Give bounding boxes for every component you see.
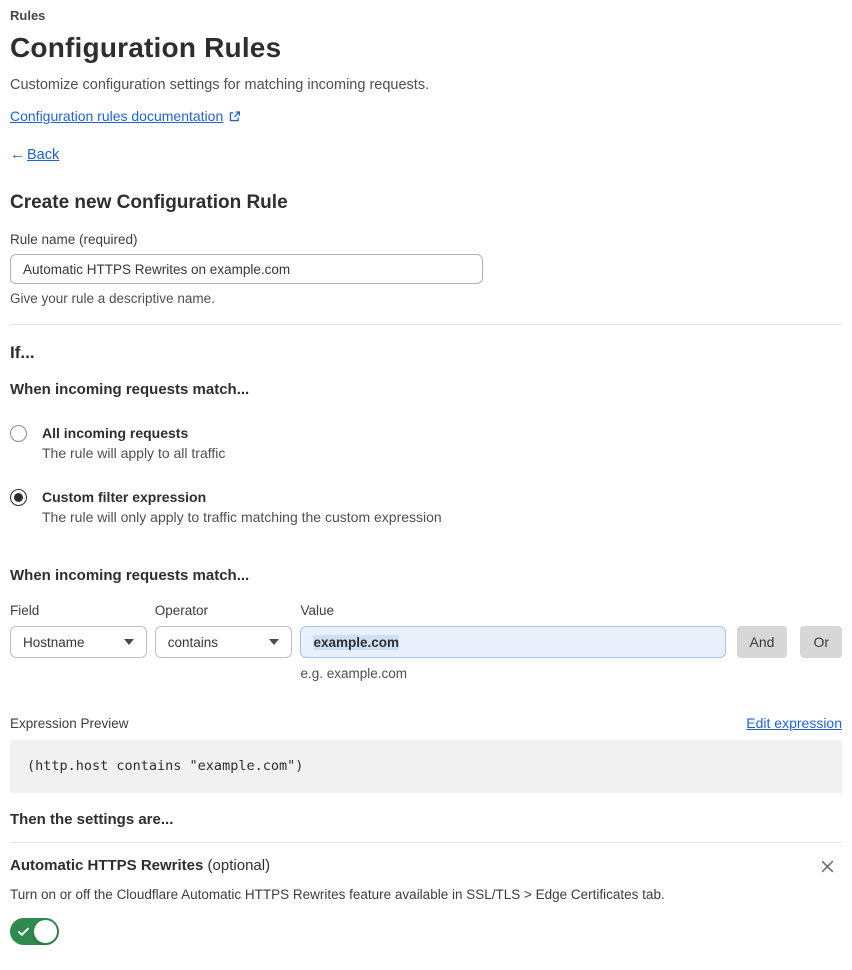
back-link[interactable]: ← Back [10,146,59,164]
close-icon[interactable] [817,856,838,877]
then-settings-heading: Then the settings are... [10,811,174,828]
rule-name-help: Give your rule a descriptive name. [10,291,215,306]
field-select-value: Hostname [23,634,85,650]
expression-preview-code: (http.host contains "example.com") [10,740,842,793]
setting-card-title: Automatic HTTPS Rewrites (optional) [10,856,270,875]
documentation-link-label[interactable]: Configuration rules documentation [10,107,223,125]
field-select[interactable]: Hostname [10,626,147,658]
external-link-icon [228,110,241,123]
create-rule-heading: Create new Configuration Rule [10,192,288,213]
radio-option-description: The rule will apply to all traffic [42,445,226,461]
radio-option-label: All incoming requests [42,425,189,441]
operator-select[interactable]: contains [154,626,293,658]
or-button[interactable]: Or [800,626,842,658]
radio-option-custom-filter[interactable]: Custom filter expression The rule will o… [10,488,842,527]
section-divider [10,324,842,325]
automatic-https-rewrites-toggle[interactable] [10,918,59,945]
check-icon [17,925,30,943]
match-type-heading: When incoming requests match... [10,381,250,398]
expression-preview-label: Expression Preview [10,716,129,731]
operator-label: Operator [154,603,209,618]
value-label: Value [300,603,334,618]
and-button[interactable]: And [736,626,788,658]
chevron-down-icon [123,639,134,645]
setting-card-automatic-https-rewrites: Automatic HTTPS Rewrites (optional) Turn… [10,842,842,950]
radio-option-description: The rule will only apply to traffic matc… [42,509,442,525]
back-arrow-icon: ← [10,146,25,163]
back-link-label[interactable]: Back [27,146,59,164]
setting-card-description: Turn on or off the Cloudflare Automatic … [10,887,665,902]
setting-title-suffix: (optional) [203,857,271,874]
rule-name-label: Rule name (required) [10,232,138,247]
expression-builder-heading: When incoming requests match... [10,567,250,584]
setting-title-text: Automatic HTTPS Rewrites [10,857,204,874]
chevron-down-icon [269,639,280,645]
operator-select-value: contains [167,634,219,650]
expression-builder-row: Field Hostname Operator contains Value e… [10,602,842,682]
value-input[interactable]: example.com [300,626,726,658]
rule-name-input[interactable] [10,254,483,284]
page-subtitle: Customize configuration settings for mat… [10,77,430,93]
toggle-knob [33,919,58,944]
page-title: Configuration Rules [10,32,282,63]
if-heading: If... [10,343,35,362]
value-hint: e.g. example.com [300,666,408,681]
field-label: Field [10,603,40,618]
radio-unchecked-icon[interactable] [10,425,27,442]
documentation-link[interactable]: Configuration rules documentation [10,107,241,125]
breadcrumb[interactable]: Rules [10,8,842,24]
radio-option-all-requests[interactable]: All incoming requests The rule will appl… [10,424,842,463]
radio-option-label: Custom filter expression [42,489,207,505]
edit-expression-link[interactable]: Edit expression [746,715,842,732]
radio-checked-icon[interactable] [10,489,27,506]
value-input-text: example.com [313,634,399,650]
